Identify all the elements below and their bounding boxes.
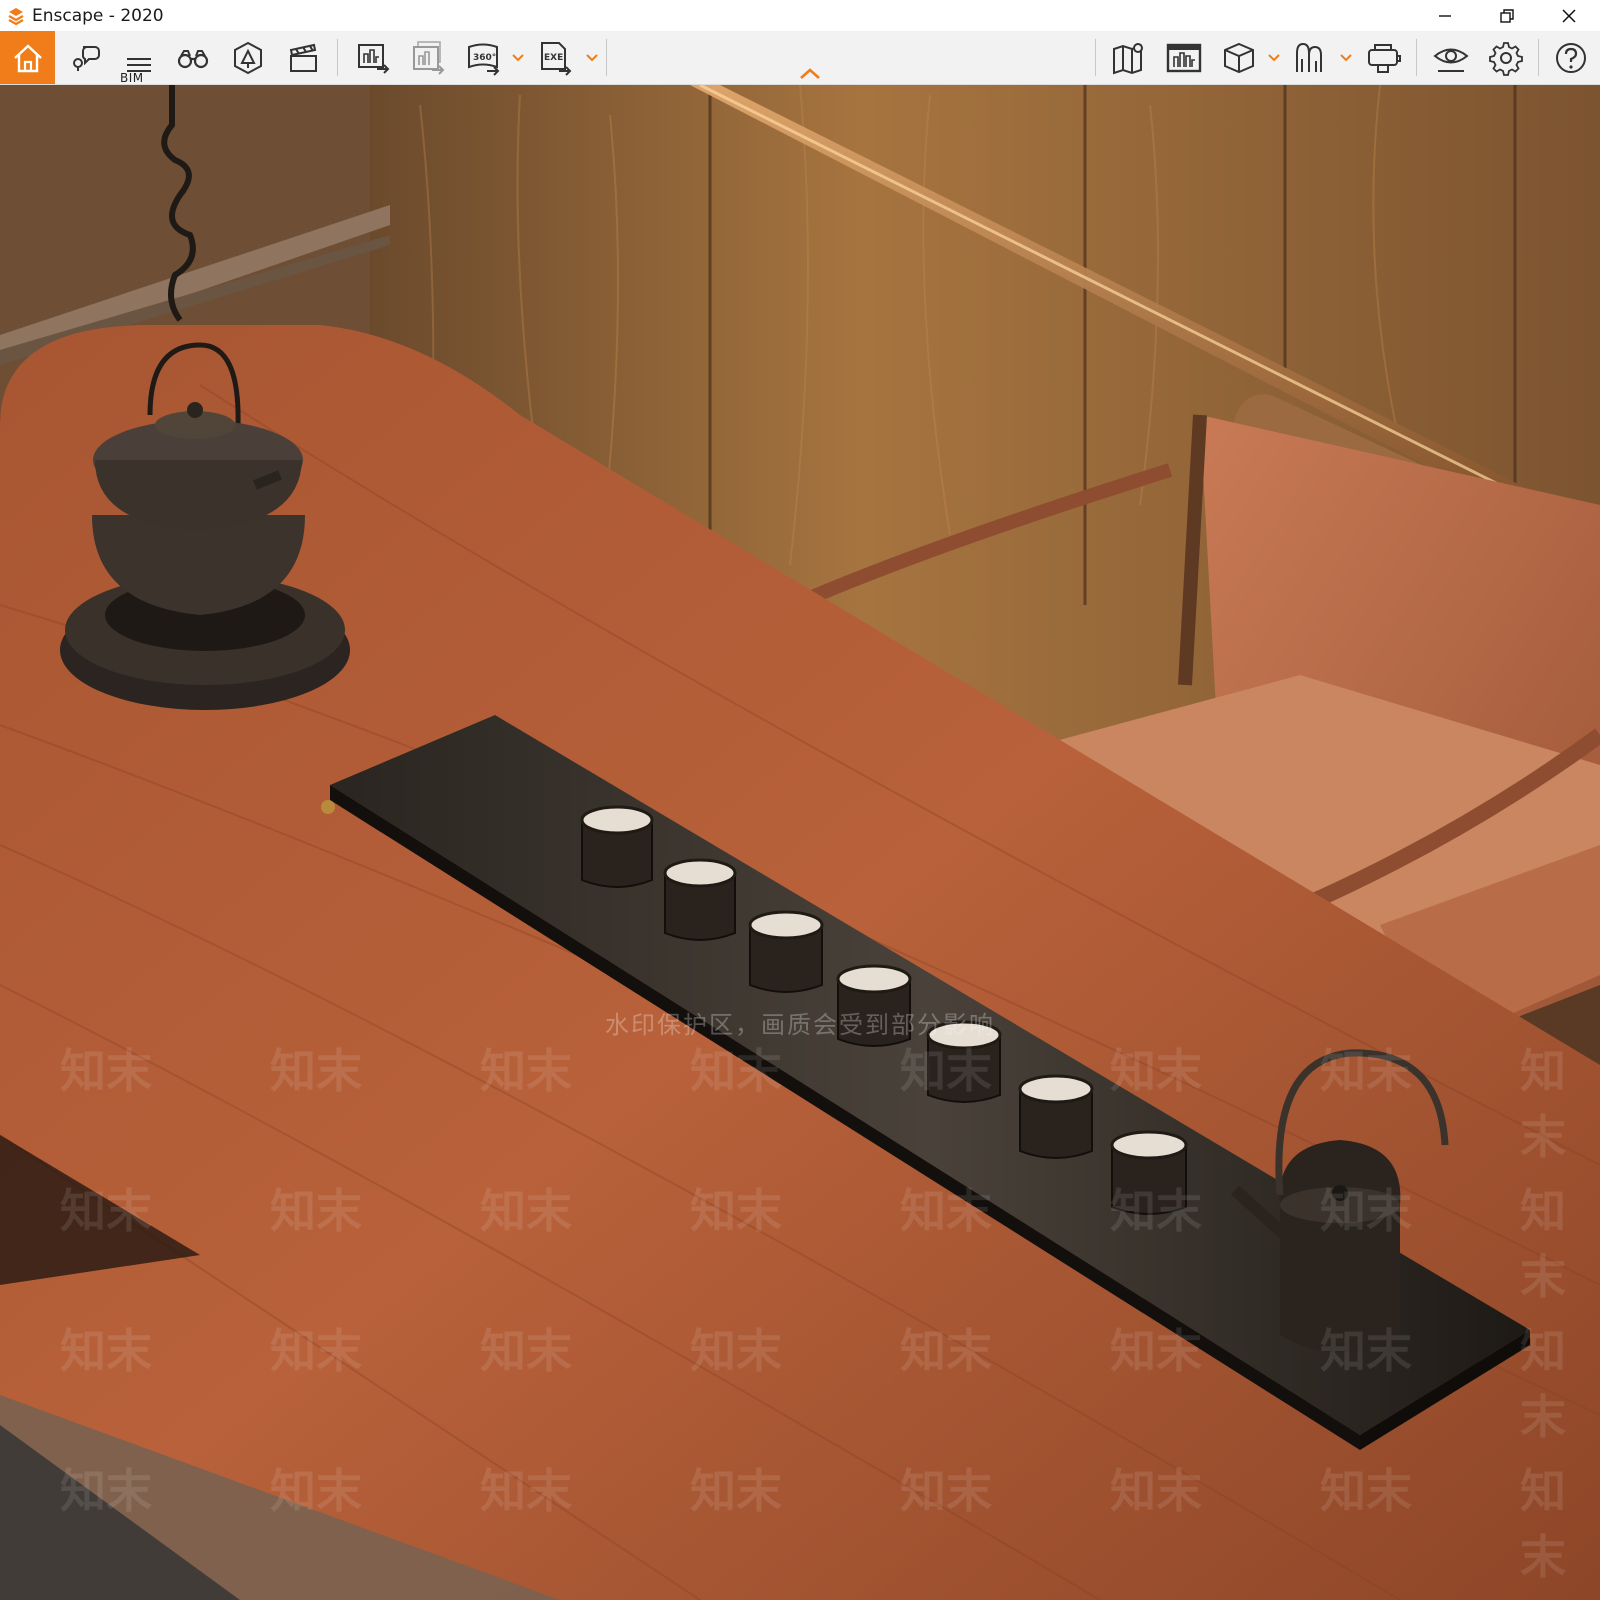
watermark-mark: 知末: [1320, 1184, 1412, 1238]
watermark-mark: 知末: [1110, 1044, 1202, 1098]
restore-button[interactable]: [1476, 0, 1538, 31]
watermark-mark: 知末: [60, 1464, 152, 1518]
screenshot-export-icon: [358, 43, 390, 74]
watermark-mark: 知末: [1320, 1464, 1412, 1518]
watermark-mark: 知末: [1520, 1464, 1566, 1584]
svg-text:EXE: EXE: [544, 53, 563, 63]
watermark-mark: 知末: [1520, 1044, 1566, 1164]
chevron-down-icon: [1268, 53, 1280, 61]
eye-icon: [1433, 48, 1469, 72]
watermark-mark: 知末: [60, 1044, 152, 1098]
watermark-mark: 知末: [480, 1464, 572, 1518]
toolbar-separator: [1095, 39, 1096, 76]
title-bar: Enscape - 2020: [0, 0, 1600, 31]
screenshot-export-button[interactable]: [348, 31, 400, 84]
help-icon: [1556, 42, 1586, 73]
watermark-mark: 知末: [690, 1184, 782, 1238]
watermark-mark: 知末: [690, 1324, 782, 1378]
watermark-mark: 知末: [480, 1044, 572, 1098]
watermark-mark: 知末: [900, 1184, 992, 1238]
cloud-upload-icon: [1368, 43, 1401, 73]
home-button[interactable]: [0, 31, 55, 84]
watermark-mark: 知末: [60, 1184, 152, 1238]
help-button[interactable]: [1545, 31, 1597, 84]
render-viewport[interactable]: 水印保护区，画质会受到部分影响 知末 知末 知末 知末 知末 知末 知末 知末 …: [0, 85, 1600, 1600]
binoculars-icon: [177, 49, 209, 68]
watermark-mark: 知末: [1110, 1184, 1202, 1238]
bim-label: BIM: [120, 71, 144, 85]
cube-button[interactable]: [1213, 31, 1265, 84]
info-pin-button[interactable]: [58, 31, 110, 84]
map-icon: [1113, 42, 1143, 74]
home-icon: [13, 43, 42, 72]
chevron-down-icon: [586, 53, 598, 61]
watermark-mark: 知末: [60, 1324, 152, 1378]
pin-icon: [73, 45, 100, 71]
views-icon: [1166, 43, 1202, 72]
close-button[interactable]: [1538, 0, 1600, 31]
atmosphere-button[interactable]: [1285, 31, 1337, 84]
cube-dropdown[interactable]: [1266, 31, 1282, 84]
exe-export-icon: EXE: [541, 41, 572, 76]
visual-settings-button[interactable]: [1425, 31, 1477, 84]
video-editor-button[interactable]: [277, 31, 329, 84]
watermark-mark: 知末: [690, 1464, 782, 1518]
collapse-toolbar-button[interactable]: [797, 66, 823, 80]
window-title: Enscape - 2020: [32, 5, 164, 26]
toolbar-separator: [337, 39, 338, 76]
minimize-icon: [1439, 14, 1451, 17]
watermark-mark: 知末: [900, 1324, 992, 1378]
settings-gear-icon: [1489, 41, 1523, 76]
watermark-mark: 知末: [900, 1044, 992, 1098]
panorama-dropdown[interactable]: [510, 31, 526, 84]
watermark-mark: 知末: [480, 1184, 572, 1238]
toolbar-separator: [1416, 39, 1417, 76]
views-button[interactable]: [1158, 31, 1210, 84]
vr-headset-icon: [1296, 42, 1322, 72]
enscape-logo-icon: [8, 7, 24, 25]
exe-export-button[interactable]: EXE: [530, 31, 582, 84]
watermark-mark: 知末: [1320, 1044, 1412, 1098]
watermark-mark: 知末: [900, 1464, 992, 1518]
panorama-360-icon: 360°: [468, 43, 500, 76]
watermark-mark: 知末: [1110, 1324, 1202, 1378]
close-icon: [1562, 8, 1576, 23]
watermark-mark: 知末: [690, 1044, 782, 1098]
watermark-mark: 知末: [1520, 1324, 1566, 1444]
watermark-mark: 知末: [1520, 1184, 1566, 1304]
watermark-mark: 知末: [270, 1184, 362, 1238]
watermark-banner: 水印保护区，画质会受到部分影响: [605, 1010, 995, 1039]
asset-library-button[interactable]: [222, 31, 274, 84]
batch-render-button[interactable]: [403, 31, 455, 84]
enscape-toolbar: BIM 360° EXE: [0, 31, 1600, 85]
settings-button[interactable]: [1480, 31, 1532, 84]
video-editor-icon: [289, 43, 317, 72]
chevron-up-icon: [800, 68, 820, 79]
chevron-down-icon: [512, 53, 524, 61]
atmosphere-dropdown[interactable]: [1338, 31, 1354, 84]
cube-icon: [1224, 42, 1254, 73]
vr-headset-button[interactable]: [1358, 31, 1410, 84]
toolbar-separator: [1538, 39, 1539, 76]
minimize-button[interactable]: [1414, 0, 1476, 31]
watermark-mark: 知末: [1110, 1464, 1202, 1518]
svg-text:360°: 360°: [473, 53, 496, 63]
watermark-mark: 知末: [270, 1464, 362, 1518]
exe-dropdown[interactable]: [584, 31, 600, 84]
watermark-mark: 知末: [1320, 1324, 1412, 1378]
restore-icon: [1500, 8, 1514, 23]
watermark-mark: 知末: [270, 1324, 362, 1378]
panorama-360-button[interactable]: 360°: [458, 31, 510, 84]
map-button[interactable]: [1103, 31, 1155, 84]
watermark-mark: 知末: [270, 1044, 362, 1098]
binoculars-button[interactable]: [167, 31, 219, 84]
chevron-down-icon: [1340, 53, 1352, 61]
batch-render-icon: [413, 40, 445, 75]
asset-library-icon: [234, 41, 262, 74]
watermark-mark: 知末: [480, 1324, 572, 1378]
toolbar-separator: [606, 39, 607, 76]
